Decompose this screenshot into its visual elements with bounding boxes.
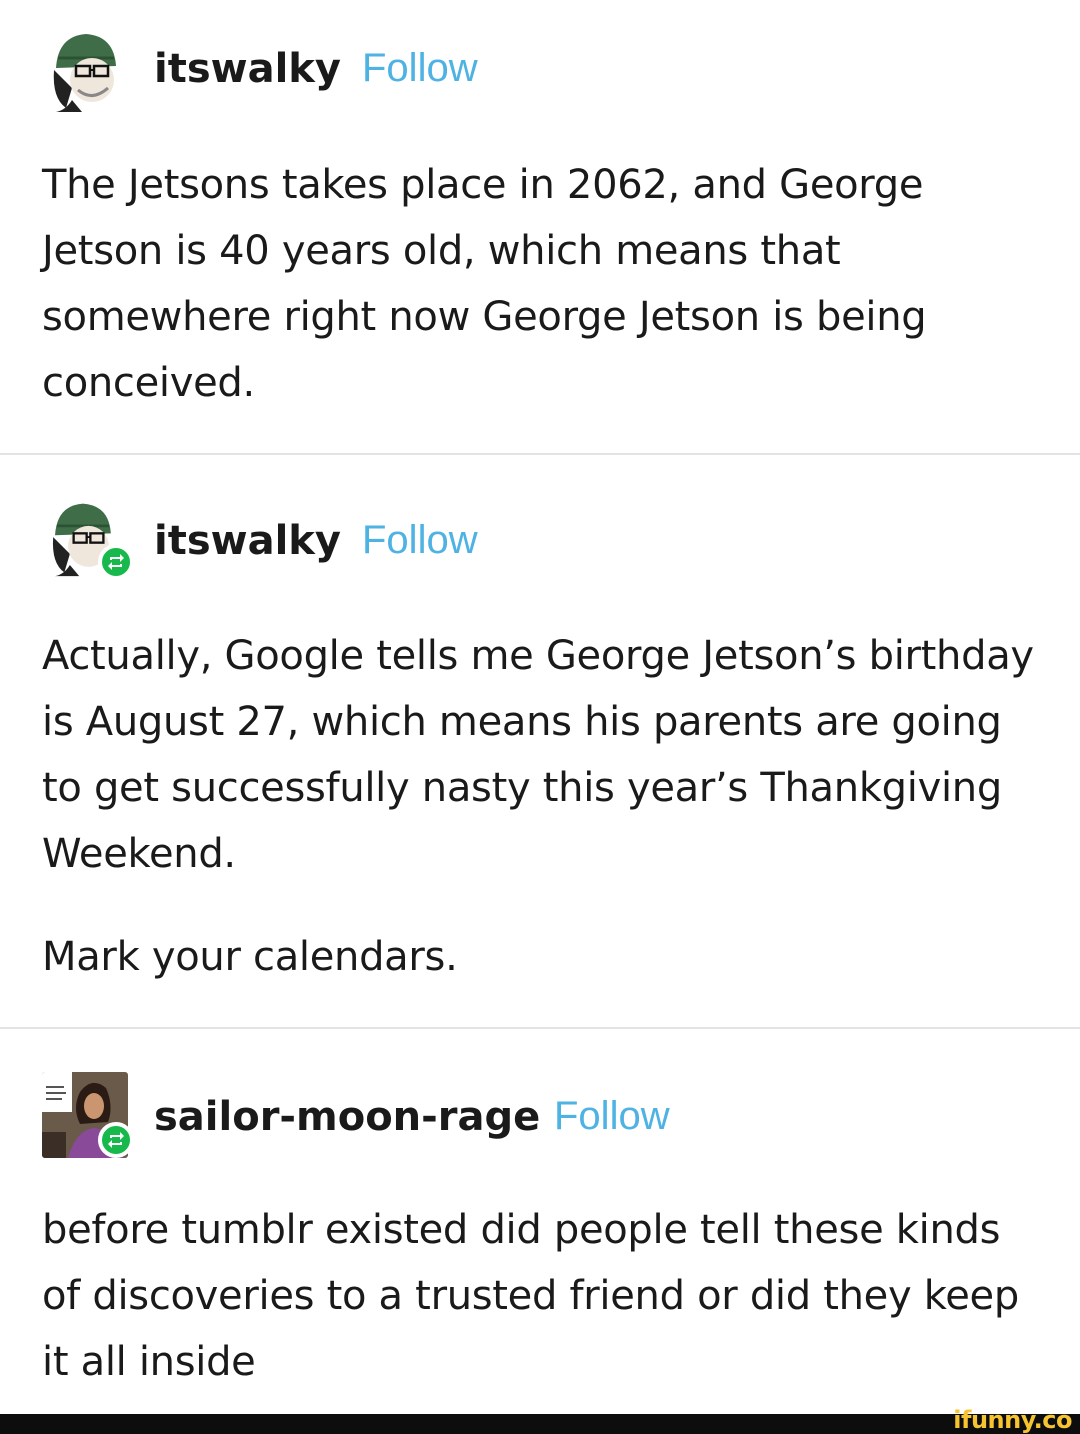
ifunny-watermark: ifunny.co	[953, 1406, 1072, 1434]
cartoon-beanie-avatar-icon[interactable]	[42, 28, 128, 114]
username[interactable]: itswalky	[154, 46, 341, 92]
reblog-icon	[98, 544, 134, 580]
post-text: Mark your calendars.	[42, 934, 458, 980]
post-divider	[0, 1027, 1080, 1029]
follow-button[interactable]: Follow	[362, 46, 478, 91]
follow-button[interactable]: Follow	[362, 518, 478, 563]
post-text: before tumblr existed did people tell th…	[42, 1207, 1019, 1385]
post-divider	[0, 453, 1080, 455]
follow-button[interactable]: Follow	[554, 1094, 670, 1139]
post-text: Actually, Google tells me George Jetson’…	[42, 633, 1034, 877]
post-text: The Jetsons takes place in 2062, and Geo…	[42, 162, 927, 406]
username[interactable]: itswalky	[154, 518, 341, 564]
username[interactable]: sailor-moon-rage	[154, 1094, 540, 1140]
reblog-icon	[98, 1122, 134, 1158]
footer-bar: ifunny.co	[0, 1406, 1080, 1434]
